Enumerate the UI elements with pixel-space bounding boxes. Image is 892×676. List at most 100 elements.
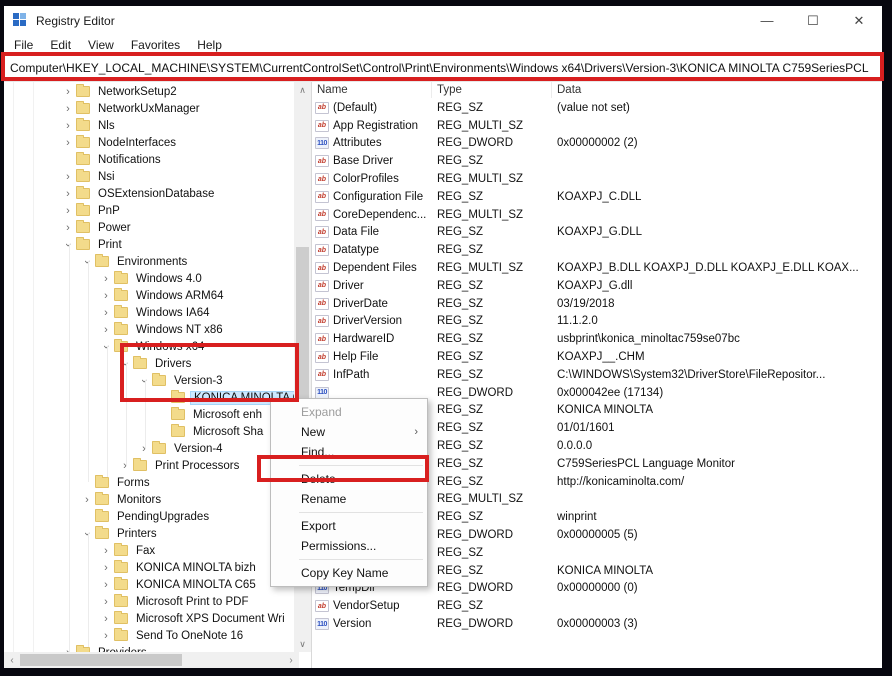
expander-chevron-icon[interactable]: › xyxy=(60,188,76,200)
tree-item-networkuxmanager[interactable]: ›NetworkUxManager xyxy=(4,100,294,117)
expander-chevron-icon[interactable]: › xyxy=(60,86,76,98)
tree-item-windows-nt-x86[interactable]: ›Windows NT x86 xyxy=(4,321,294,338)
context-menu-item-export[interactable]: Export xyxy=(271,516,427,536)
tree-item-send-to-onenote-16[interactable]: ›Send To OneNote 16 xyxy=(4,627,294,644)
expander-chevron-icon[interactable]: › xyxy=(98,579,114,591)
expander-chevron-icon[interactable]: › xyxy=(60,171,76,183)
expander-chevron-icon[interactable]: › xyxy=(117,460,133,472)
value-row[interactable]: abDriverVersionREG_SZ11.1.2.0 xyxy=(312,313,882,331)
value-row[interactable]: abDriverREG_SZKOAXPJ_G.dll xyxy=(312,277,882,295)
scroll-down-icon[interactable]: ∨ xyxy=(294,636,311,652)
tree-item-konica-minolta-bizh[interactable]: ›KONICA MINOLTA bizh xyxy=(4,559,294,576)
value-row[interactable]: abHardwareIDREG_SZusbprint\konica_minolt… xyxy=(312,330,882,348)
tree-item-microsoft-print-to-pdf[interactable]: ›Microsoft Print to PDF xyxy=(4,593,294,610)
scroll-right-icon[interactable]: › xyxy=(283,652,299,668)
tree-item-power[interactable]: ›Power xyxy=(4,219,294,236)
expander-chevron-icon[interactable]: › xyxy=(98,562,114,574)
value-row[interactable]: abData FileREG_SZKOAXPJ_G.DLL xyxy=(312,224,882,242)
menu-help[interactable]: Help xyxy=(197,38,222,52)
tree-item-print[interactable]: ›Print xyxy=(4,236,294,253)
tree-item-providers[interactable]: ›Providers xyxy=(4,644,294,652)
value-row[interactable]: abCoreDependenc...REG_MULTI_SZ xyxy=(312,206,882,224)
context-menu-item-new[interactable]: New› xyxy=(271,422,427,442)
tree-item-version-4[interactable]: ›Version-4 xyxy=(4,440,294,457)
value-row[interactable]: abDependent FilesREG_MULTI_SZKOAXPJ_B.DL… xyxy=(312,259,882,277)
expander-chevron-icon[interactable]: › xyxy=(60,205,76,217)
value-row[interactable]: 110AttributesREG_DWORD0x00000002 (2) xyxy=(312,135,882,153)
expander-chevron-icon[interactable]: › xyxy=(62,237,74,253)
tree-item-nodeinterfaces[interactable]: ›NodeInterfaces xyxy=(4,134,294,151)
expander-chevron-icon[interactable]: › xyxy=(98,307,114,319)
expander-chevron-icon[interactable]: › xyxy=(60,222,76,234)
tree-item-osextensiondatabase[interactable]: ›OSExtensionDatabase xyxy=(4,185,294,202)
tree-item-monitors[interactable]: ›Monitors xyxy=(4,491,294,508)
scroll-left-icon[interactable]: ‹ xyxy=(4,652,20,668)
value-row[interactable]: abInfPathREG_SZC:\WINDOWS\System32\Drive… xyxy=(312,366,882,384)
menu-view[interactable]: View xyxy=(88,38,114,52)
expander-chevron-icon[interactable]: › xyxy=(98,613,114,625)
tree-item-printers[interactable]: ›Printers xyxy=(4,525,294,542)
expander-chevron-icon[interactable]: › xyxy=(79,494,95,506)
tree-item-windows-ia64[interactable]: ›Windows IA64 xyxy=(4,304,294,321)
context-menu-item-find[interactable]: Find... xyxy=(271,442,427,462)
tree-item-microsoft-xps-document-wri[interactable]: ›Microsoft XPS Document Wri xyxy=(4,610,294,627)
tree-item-konica-minolta-c65[interactable]: ›KONICA MINOLTA C65 xyxy=(4,576,294,593)
value-row[interactable]: abDatatypeREG_SZ xyxy=(312,241,882,259)
tree-item-konica-minolta-c[interactable]: KONICA MINOLTA C xyxy=(4,389,294,406)
tree-item-networksetup2[interactable]: ›NetworkSetup2 xyxy=(4,83,294,100)
value-row[interactable]: abApp RegistrationREG_MULTI_SZ xyxy=(312,117,882,135)
context-menu-item-copy-key-name[interactable]: Copy Key Name xyxy=(271,563,427,583)
value-row[interactable]: abBase DriverREG_SZ xyxy=(312,152,882,170)
tree-item-pnp[interactable]: ›PnP xyxy=(4,202,294,219)
value-row[interactable]: abDriverDateREG_SZ03/19/2018 xyxy=(312,295,882,313)
tree-item-print-processors[interactable]: ›Print Processors xyxy=(4,457,294,474)
expander-chevron-icon[interactable]: › xyxy=(81,254,93,270)
menu-edit[interactable]: Edit xyxy=(50,38,71,52)
expander-chevron-icon[interactable]: › xyxy=(60,103,76,115)
context-menu-item-expand[interactable]: Expand xyxy=(271,402,427,422)
expander-chevron-icon[interactable]: › xyxy=(98,273,114,285)
expander-chevron-icon[interactable]: › xyxy=(98,630,114,642)
expander-chevron-icon[interactable]: › xyxy=(81,526,93,542)
menu-file[interactable]: File xyxy=(14,38,33,52)
tree-item-windows-4-0[interactable]: ›Windows 4.0 xyxy=(4,270,294,287)
vertical-scroll-thumb[interactable] xyxy=(296,247,309,417)
tree-item-notifications[interactable]: Notifications xyxy=(4,151,294,168)
value-row[interactable]: 110VersionREG_DWORD0x00000003 (3) xyxy=(312,615,882,633)
value-row[interactable]: abVendorSetupREG_SZ xyxy=(312,597,882,615)
expander-chevron-icon[interactable]: › xyxy=(100,339,112,355)
expander-chevron-icon[interactable]: › xyxy=(119,356,131,372)
value-row[interactable]: abColorProfilesREG_MULTI_SZ xyxy=(312,170,882,188)
scroll-up-icon[interactable]: ∧ xyxy=(294,82,311,98)
expander-chevron-icon[interactable]: › xyxy=(60,120,76,132)
value-row[interactable]: abConfiguration FileREG_SZKOAXPJ_C.DLL xyxy=(312,188,882,206)
address-bar-input[interactable]: Computer\HKEY_LOCAL_MACHINE\SYSTEM\Curre… xyxy=(4,54,882,82)
tree-item-windows-arm64[interactable]: ›Windows ARM64 xyxy=(4,287,294,304)
context-menu-item-rename[interactable]: Rename xyxy=(271,489,427,509)
column-header-data[interactable]: Data xyxy=(552,82,882,98)
tree-item-windows-x64[interactable]: ›Windows x64 xyxy=(4,338,294,355)
expander-chevron-icon[interactable]: › xyxy=(138,373,150,389)
tree-item-microsoft-enh[interactable]: Microsoft enh xyxy=(4,406,294,423)
expander-chevron-icon[interactable]: › xyxy=(98,324,114,336)
expander-chevron-icon[interactable]: › xyxy=(98,545,114,557)
context-menu-item-permissions[interactable]: Permissions... xyxy=(271,536,427,556)
tree-item-nls[interactable]: ›Nls xyxy=(4,117,294,134)
tree-item-nsi[interactable]: ›Nsi xyxy=(4,168,294,185)
value-row[interactable]: abHelp FileREG_SZKOAXPJ__.CHM xyxy=(312,348,882,366)
menu-favorites[interactable]: Favorites xyxy=(131,38,180,52)
expander-chevron-icon[interactable]: › xyxy=(136,443,152,455)
tree-item-pendingupgrades[interactable]: PendingUpgrades xyxy=(4,508,294,525)
column-header-name[interactable]: Name xyxy=(312,82,432,98)
value-row[interactable]: ab(Default)REG_SZ(value not set) xyxy=(312,99,882,117)
tree-horizontal-scrollbar[interactable]: ‹ › xyxy=(4,652,299,668)
tree-item-forms[interactable]: Forms xyxy=(4,474,294,491)
tree-item-drivers[interactable]: ›Drivers xyxy=(4,355,294,372)
horizontal-scroll-thumb[interactable] xyxy=(20,654,182,666)
tree-item-environments[interactable]: ›Environments xyxy=(4,253,294,270)
maximize-button[interactable]: ☐ xyxy=(790,6,836,35)
tree-item-fax[interactable]: ›Fax xyxy=(4,542,294,559)
close-button[interactable]: ✕ xyxy=(836,6,882,35)
tree-item-version-3[interactable]: ›Version-3 xyxy=(4,372,294,389)
expander-chevron-icon[interactable]: › xyxy=(98,290,114,302)
